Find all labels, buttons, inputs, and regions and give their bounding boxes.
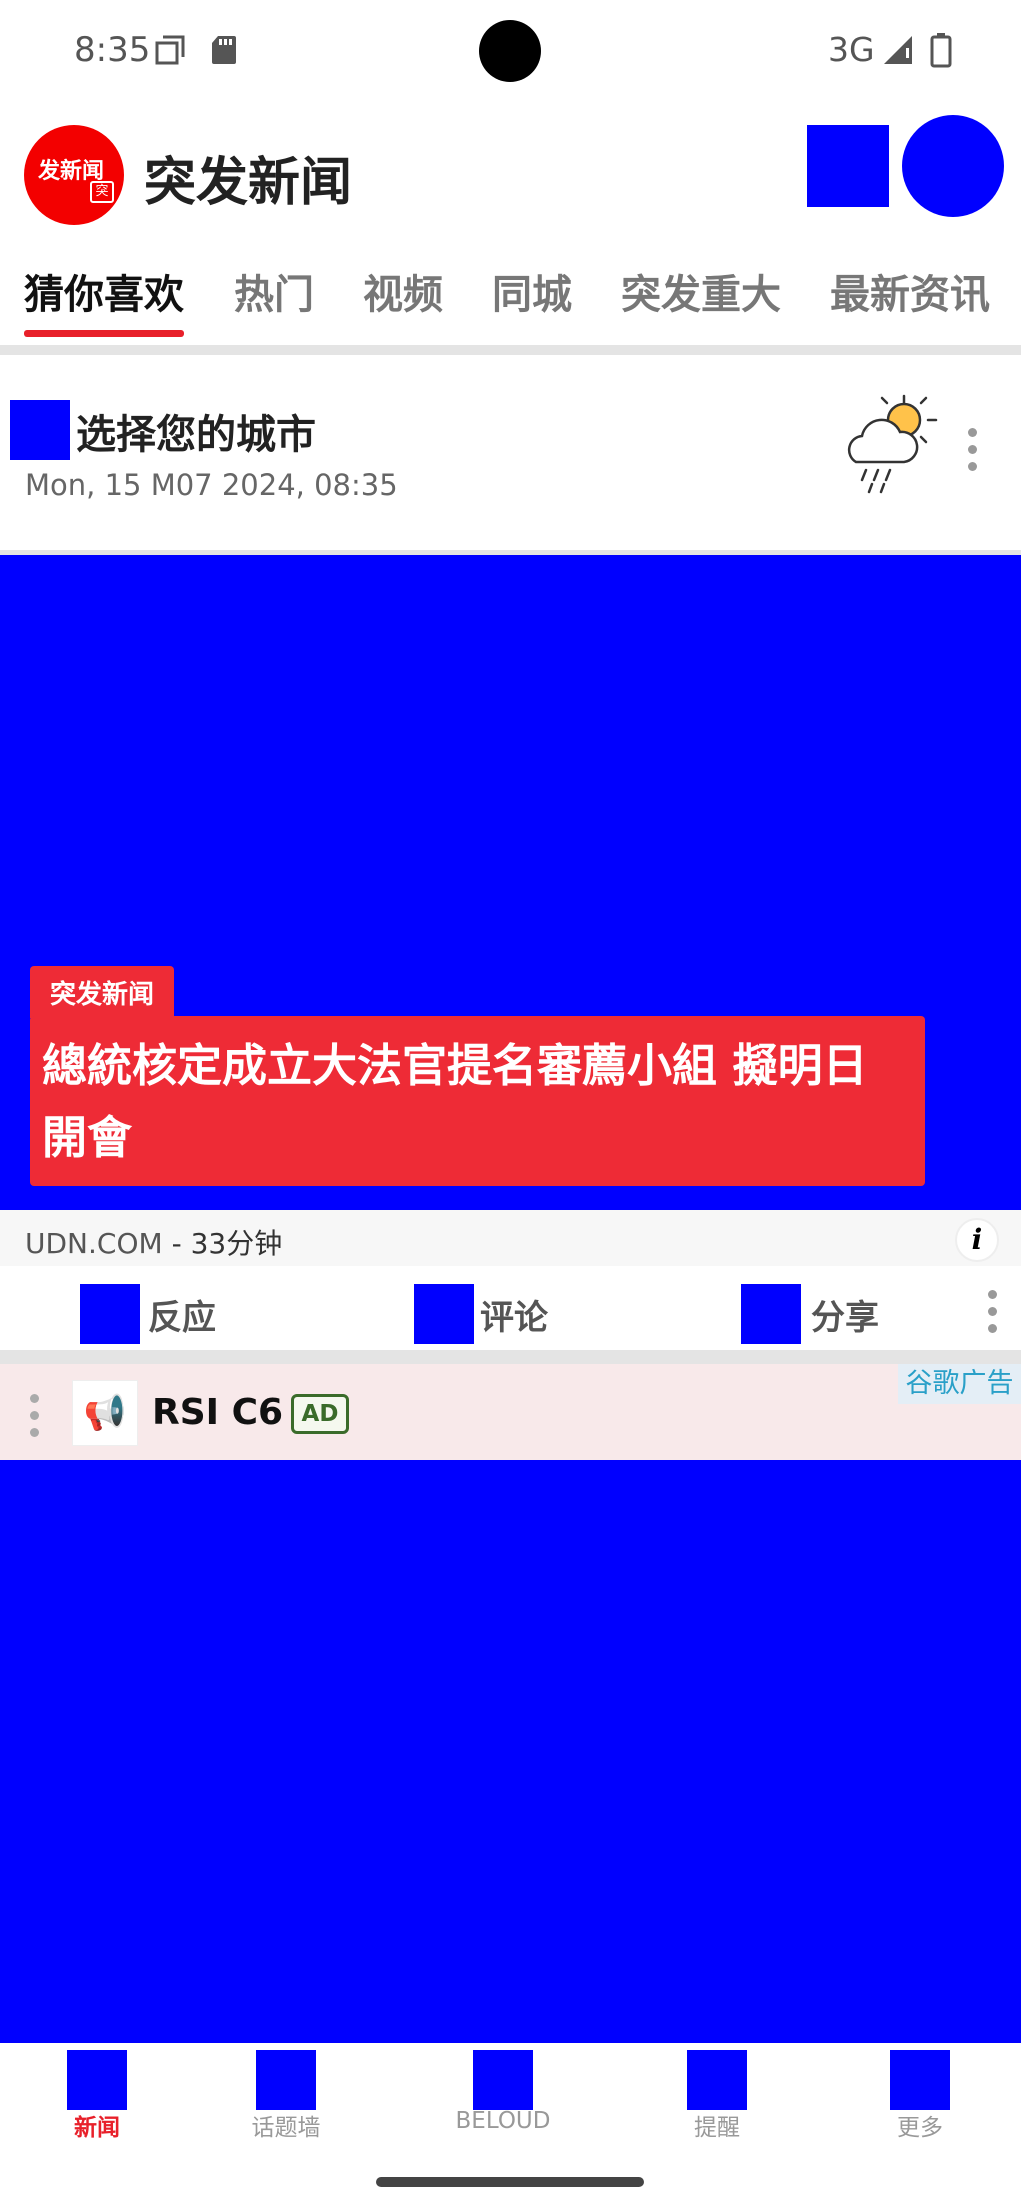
ad-advertiser-name[interactable]: RSI C6	[152, 1392, 283, 1433]
tab-video[interactable]: 视频	[363, 262, 443, 320]
megaphone-icon: 📢	[72, 1380, 138, 1446]
topic-wall-icon[interactable]	[256, 2050, 316, 2110]
share-button[interactable]: 分享	[811, 1290, 879, 1339]
home-indicator[interactable]	[376, 2177, 644, 2187]
tab-hot[interactable]: 热门	[234, 262, 314, 320]
choose-city-button[interactable]: 选择您的城市	[76, 402, 316, 460]
nav-beloud[interactable]: BELOUD	[443, 2108, 563, 2134]
signal-icon	[882, 34, 916, 70]
tab-recommended[interactable]: 猜你喜欢	[24, 262, 184, 320]
story-time: - 33分钟	[171, 1227, 283, 1260]
section-divider	[0, 345, 1021, 355]
ad-badge: AD	[291, 1394, 349, 1434]
header-action-button[interactable]	[807, 125, 889, 207]
story-source: UDN.COM - 33分钟	[25, 1222, 282, 1262]
weather-datetime: Mon, 15 M07 2024, 08:35	[25, 468, 398, 502]
ad-more-icon[interactable]	[30, 1394, 40, 1445]
status-time: 8:35	[74, 30, 151, 70]
nav-more[interactable]: 更多	[890, 2108, 950, 2142]
status-bar: 8:35 3G	[0, 0, 1021, 100]
sd-card-icon	[210, 34, 238, 74]
info-icon[interactable]: i	[955, 1218, 999, 1262]
nav-reminders[interactable]: 提醒	[687, 2108, 747, 2142]
tab-breaking[interactable]: 突发重大	[621, 262, 781, 320]
weather-more-icon[interactable]	[968, 428, 978, 479]
news-icon[interactable]	[67, 2050, 127, 2110]
ad-banner-image[interactable]	[0, 1460, 1021, 2043]
share-icon[interactable]	[741, 1284, 801, 1344]
comment-icon[interactable]	[414, 1284, 474, 1344]
partly-cloudy-rain-icon	[836, 392, 942, 502]
more-icon[interactable]	[890, 2050, 950, 2110]
story-category-tag: 突发新闻	[30, 966, 175, 1018]
section-divider	[0, 1350, 1021, 1364]
app-logo: 发新闻 突	[24, 125, 124, 225]
react-button[interactable]: 反应	[148, 1290, 216, 1339]
tab-latest[interactable]: 最新资讯	[830, 262, 990, 320]
nav-topic-wall[interactable]: 话题墙	[236, 2108, 336, 2142]
logo-badge: 突	[90, 181, 114, 203]
profile-avatar[interactable]	[902, 115, 1004, 217]
google-ad-label: 谷歌广告	[898, 1364, 1021, 1404]
react-icon[interactable]	[80, 1284, 140, 1344]
comment-button[interactable]: 评论	[480, 1290, 548, 1339]
reminder-icon[interactable]	[687, 2050, 747, 2110]
app-title: 突发新闻	[144, 153, 353, 213]
network-type: 3G	[828, 30, 875, 69]
story-more-icon[interactable]	[988, 1290, 998, 1341]
screenshot-icon	[154, 34, 186, 74]
beloud-icon[interactable]	[473, 2050, 533, 2110]
battery-icon	[930, 32, 952, 72]
active-tab-indicator	[24, 330, 184, 337]
nav-news[interactable]: 新闻	[67, 2108, 127, 2142]
story-headline[interactable]: 總統核定成立大法官提名審薦小組 擬明日開會	[42, 1030, 902, 1174]
tab-local[interactable]: 同城	[492, 262, 572, 320]
location-icon[interactable]	[10, 400, 70, 460]
camera-cutout	[479, 20, 541, 82]
source-name: UDN.COM	[25, 1227, 163, 1260]
